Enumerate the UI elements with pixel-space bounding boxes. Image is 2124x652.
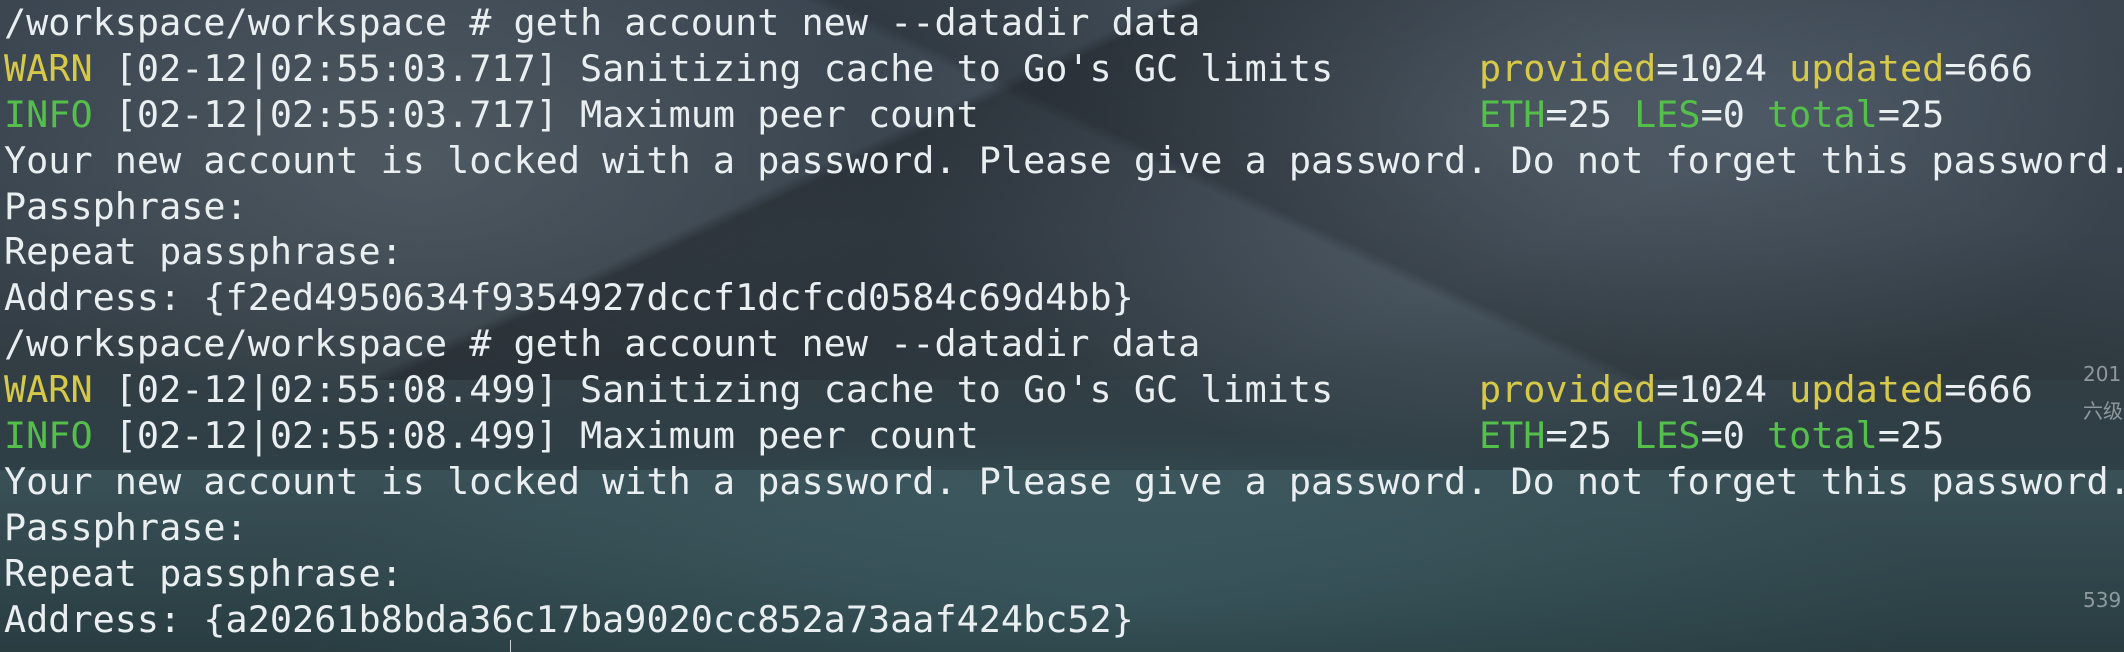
output-text: Repeat passphrase: bbox=[4, 230, 403, 274]
output-line: Your new account is locked with a passwo… bbox=[4, 138, 2124, 184]
output-line: Your new account is locked with a passwo… bbox=[4, 459, 2124, 505]
log-field-value: 25 bbox=[1567, 414, 1612, 458]
log-line: WARN [02-12|02:55:08.499] Sanitizing cac… bbox=[4, 367, 2124, 413]
output-line: Address: {f2ed4950634f9354927dccf1dcfcd0… bbox=[4, 275, 2124, 321]
log-level: INFO bbox=[4, 414, 93, 458]
log-message: [02-12|02:55:08.499] Maximum peer count bbox=[92, 414, 979, 458]
log-field-value: 666 bbox=[1966, 368, 2033, 412]
log-field-value: 1024 bbox=[1678, 46, 1768, 90]
output-text: Repeat passphrase: bbox=[4, 551, 403, 595]
log-fields: ETH=25 LES=0 total=25 bbox=[1479, 414, 1945, 458]
log-level: WARN bbox=[4, 46, 93, 90]
output-line: Address: {a20261b8bda36c17ba9020cc852a73… bbox=[4, 597, 2124, 643]
log-fields: provided=1024 updated=666 bbox=[1479, 46, 2033, 90]
log-field-key: updated bbox=[1789, 368, 1945, 412]
log-field-key: ETH bbox=[1479, 414, 1546, 458]
command-line: /workspace/workspace # geth account new … bbox=[4, 321, 2124, 367]
log-field-value: 666 bbox=[1966, 46, 2033, 90]
log-field-key: provided bbox=[1479, 46, 1657, 90]
terminal-output[interactable]: /workspace/workspace # geth account new … bbox=[4, 0, 2124, 642]
output-text: Passphrase: bbox=[4, 184, 248, 228]
log-field-key: ETH bbox=[1479, 92, 1546, 136]
output-line: Passphrase: bbox=[4, 505, 2124, 551]
log-field-key: provided bbox=[1479, 368, 1657, 412]
output-text: Your new account is locked with a passwo… bbox=[4, 459, 2124, 503]
command-line: /workspace/workspace # geth account new … bbox=[4, 0, 2124, 46]
log-level: WARN bbox=[4, 368, 93, 412]
log-message: [02-12|02:55:03.717] Maximum peer count bbox=[92, 92, 979, 136]
log-field-value: 25 bbox=[1567, 92, 1612, 136]
output-line: Repeat passphrase: bbox=[4, 229, 2124, 275]
log-line: WARN [02-12|02:55:03.717] Sanitizing cac… bbox=[4, 46, 2124, 92]
output-line: Repeat passphrase: bbox=[4, 551, 2124, 597]
log-fields: ETH=25 LES=0 total=25 bbox=[1479, 92, 1945, 136]
log-fields: provided=1024 updated=666 bbox=[1479, 368, 2033, 412]
log-field-value: 1024 bbox=[1678, 368, 1768, 412]
text-cursor bbox=[510, 640, 511, 652]
log-field-value: 25 bbox=[1899, 92, 1945, 136]
log-field-key: total bbox=[1767, 414, 1878, 458]
log-field-value: 0 bbox=[1722, 92, 1745, 136]
log-field-key: updated bbox=[1789, 46, 1945, 90]
output-text: Address: {a20261b8bda36c17ba9020cc852a73… bbox=[4, 597, 1134, 641]
log-field-key: LES bbox=[1634, 414, 1701, 458]
log-field-key: LES bbox=[1634, 92, 1701, 136]
log-field-key: total bbox=[1767, 92, 1878, 136]
log-message: [02-12|02:55:08.499] Sanitizing cache to… bbox=[92, 368, 1334, 412]
output-text: Address: {f2ed4950634f9354927dccf1dcfcd0… bbox=[4, 276, 1134, 320]
output-line: Passphrase: bbox=[4, 184, 2124, 230]
command-text: /workspace/workspace # geth account new … bbox=[4, 322, 1201, 366]
log-field-value: 0 bbox=[1722, 414, 1745, 458]
command-text: /workspace/workspace # geth account new … bbox=[4, 1, 1201, 44]
output-text: Your new account is locked with a passwo… bbox=[4, 138, 2124, 182]
log-level: INFO bbox=[4, 92, 93, 136]
log-line: INFO [02-12|02:55:08.499] Maximum peer c… bbox=[4, 413, 2124, 459]
log-line: INFO [02-12|02:55:03.717] Maximum peer c… bbox=[4, 92, 2124, 138]
log-field-value: 25 bbox=[1899, 414, 1945, 458]
log-message: [02-12|02:55:03.717] Sanitizing cache to… bbox=[92, 46, 1334, 90]
output-text: Passphrase: bbox=[4, 505, 248, 549]
